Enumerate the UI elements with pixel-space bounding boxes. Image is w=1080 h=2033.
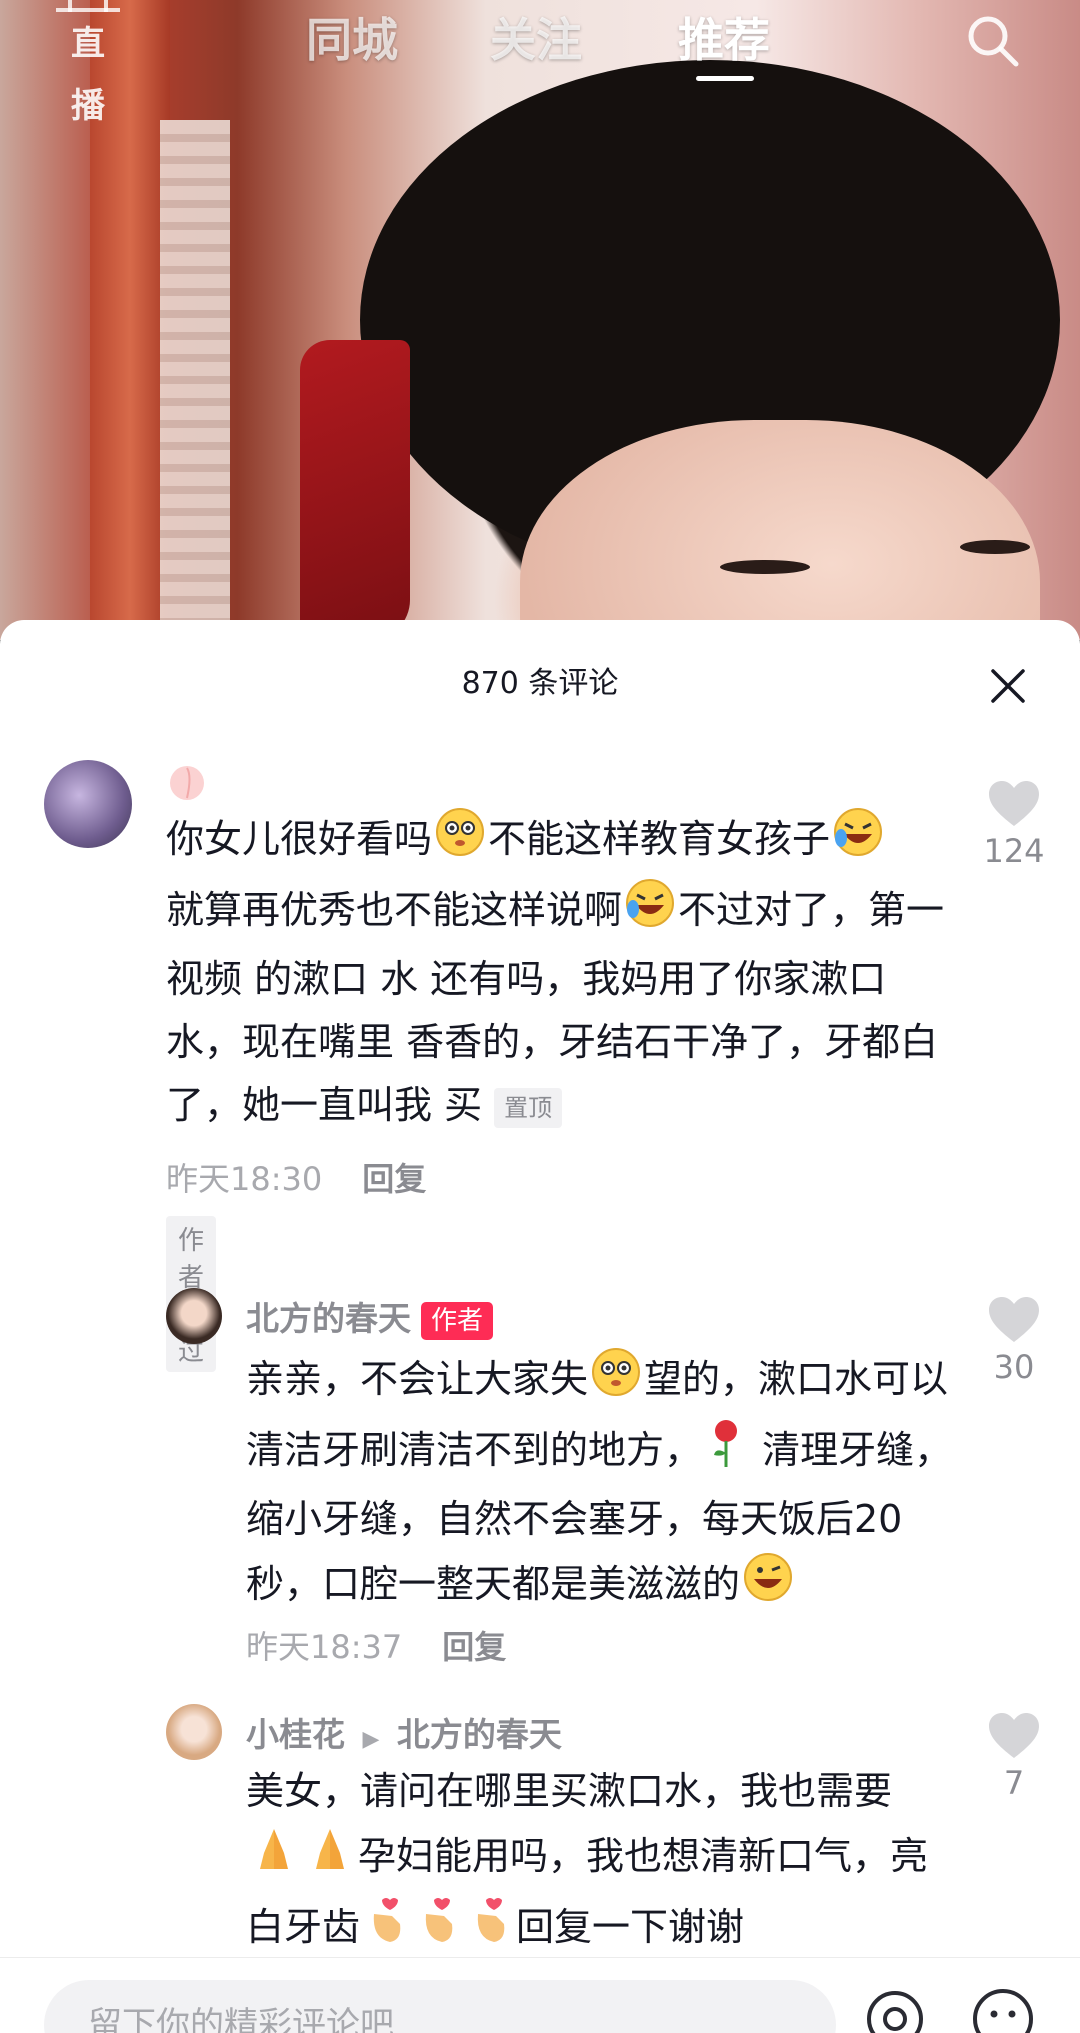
finger-heart-icon	[362, 1894, 410, 1965]
search-icon	[968, 16, 1019, 67]
peach-icon	[170, 766, 204, 800]
eye-left	[720, 560, 810, 574]
tab-following[interactable]: 关注	[490, 4, 582, 70]
top-navigation: 直播 同城 关注 推荐	[0, 0, 1080, 126]
rose-icon	[704, 1417, 748, 1488]
comment-meta: 昨天18:30 回复	[166, 1154, 426, 1200]
folded-hands-icon	[248, 1823, 300, 1894]
like-count: 30	[993, 1348, 1035, 1386]
finger-heart-icon	[466, 1894, 514, 1965]
like-count: 7	[1003, 1764, 1025, 1802]
lace-decor	[160, 120, 230, 640]
video-frame[interactable]	[0, 0, 1080, 780]
like-button[interactable]: 124	[974, 780, 1054, 870]
comment-text: 美女，请问在哪里买漱口水，我也需要 孕妇能用吗，我也想清新口气，亮白牙齿 回复一下…	[246, 1760, 956, 1965]
active-tab-indicator	[696, 76, 754, 81]
folded-hands-icon	[304, 1823, 356, 1894]
close-button[interactable]	[990, 668, 1026, 704]
username-emoji[interactable]	[166, 760, 208, 806]
laughing-tears-icon	[624, 877, 676, 948]
live-label: 直播	[71, 24, 105, 126]
like-button[interactable]: 7	[974, 1712, 1054, 1802]
username[interactable]: 小桂花 ▶ 北方的春天	[246, 1708, 562, 1756]
comments-sheet: 870 条评论 你女儿很好看吗 不能这样教育女孩子 就算再优秀也不能这样说啊 不过对…	[0, 620, 1080, 2033]
comment-text: 亲亲，不会让大家失 望的，漱口水可以清洁牙刷清洁不到的地方， 清理牙缝，缩小牙缝，…	[246, 1346, 956, 1622]
close-icon	[991, 669, 1025, 703]
reply-button[interactable]: 回复	[442, 1628, 506, 1666]
heart-icon	[989, 1297, 1039, 1342]
finger-heart-icon	[414, 1894, 462, 1965]
comment-input-bar: 留下你的精彩评论吧	[0, 1957, 1080, 2033]
username[interactable]: 北方的春天 作者	[246, 1292, 494, 1340]
flushed-face-icon	[434, 806, 486, 877]
laughing-tears-icon	[832, 806, 884, 877]
emoji-button[interactable]	[970, 1986, 1036, 2033]
mention-button[interactable]	[862, 1986, 928, 2033]
pinned-tag: 置顶	[494, 1087, 563, 1128]
reply-button[interactable]: 回复	[362, 1160, 426, 1198]
comment-meta: 昨天18:37 回复	[246, 1622, 506, 1668]
search-button[interactable]	[962, 10, 1022, 70]
avatar[interactable]	[166, 1288, 222, 1344]
comment-time: 昨天18:37	[246, 1628, 403, 1666]
heart-icon	[989, 781, 1039, 826]
tab-local[interactable]: 同城	[306, 4, 398, 70]
author-badge: 作者	[421, 1301, 494, 1340]
winking-face-icon	[742, 1551, 794, 1622]
comment-time: 昨天18:30	[166, 1160, 323, 1198]
at-icon	[867, 1991, 923, 2033]
tab-recommend[interactable]: 推荐	[678, 4, 770, 70]
heart-icon	[989, 1713, 1039, 1758]
red-bow	[300, 340, 410, 640]
comment-text: 你女儿很好看吗 不能这样教育女孩子 就算再优秀也不能这样说啊 不过对了，第一 视频 …	[166, 806, 956, 1137]
avatar[interactable]	[44, 760, 132, 848]
like-button[interactable]: 30	[974, 1296, 1054, 1386]
flushed-face-icon	[590, 1346, 642, 1417]
reply-arrow-icon: ▶	[362, 1727, 380, 1752]
live-button[interactable]: 直播	[56, 0, 120, 126]
comment-input[interactable]: 留下你的精彩评论吧	[44, 1980, 836, 2033]
avatar[interactable]	[166, 1704, 222, 1760]
comments-count-title: 870 条评论	[461, 666, 619, 701]
like-count: 124	[983, 832, 1045, 870]
smiley-icon	[973, 1989, 1033, 2033]
eye-right	[960, 540, 1030, 554]
